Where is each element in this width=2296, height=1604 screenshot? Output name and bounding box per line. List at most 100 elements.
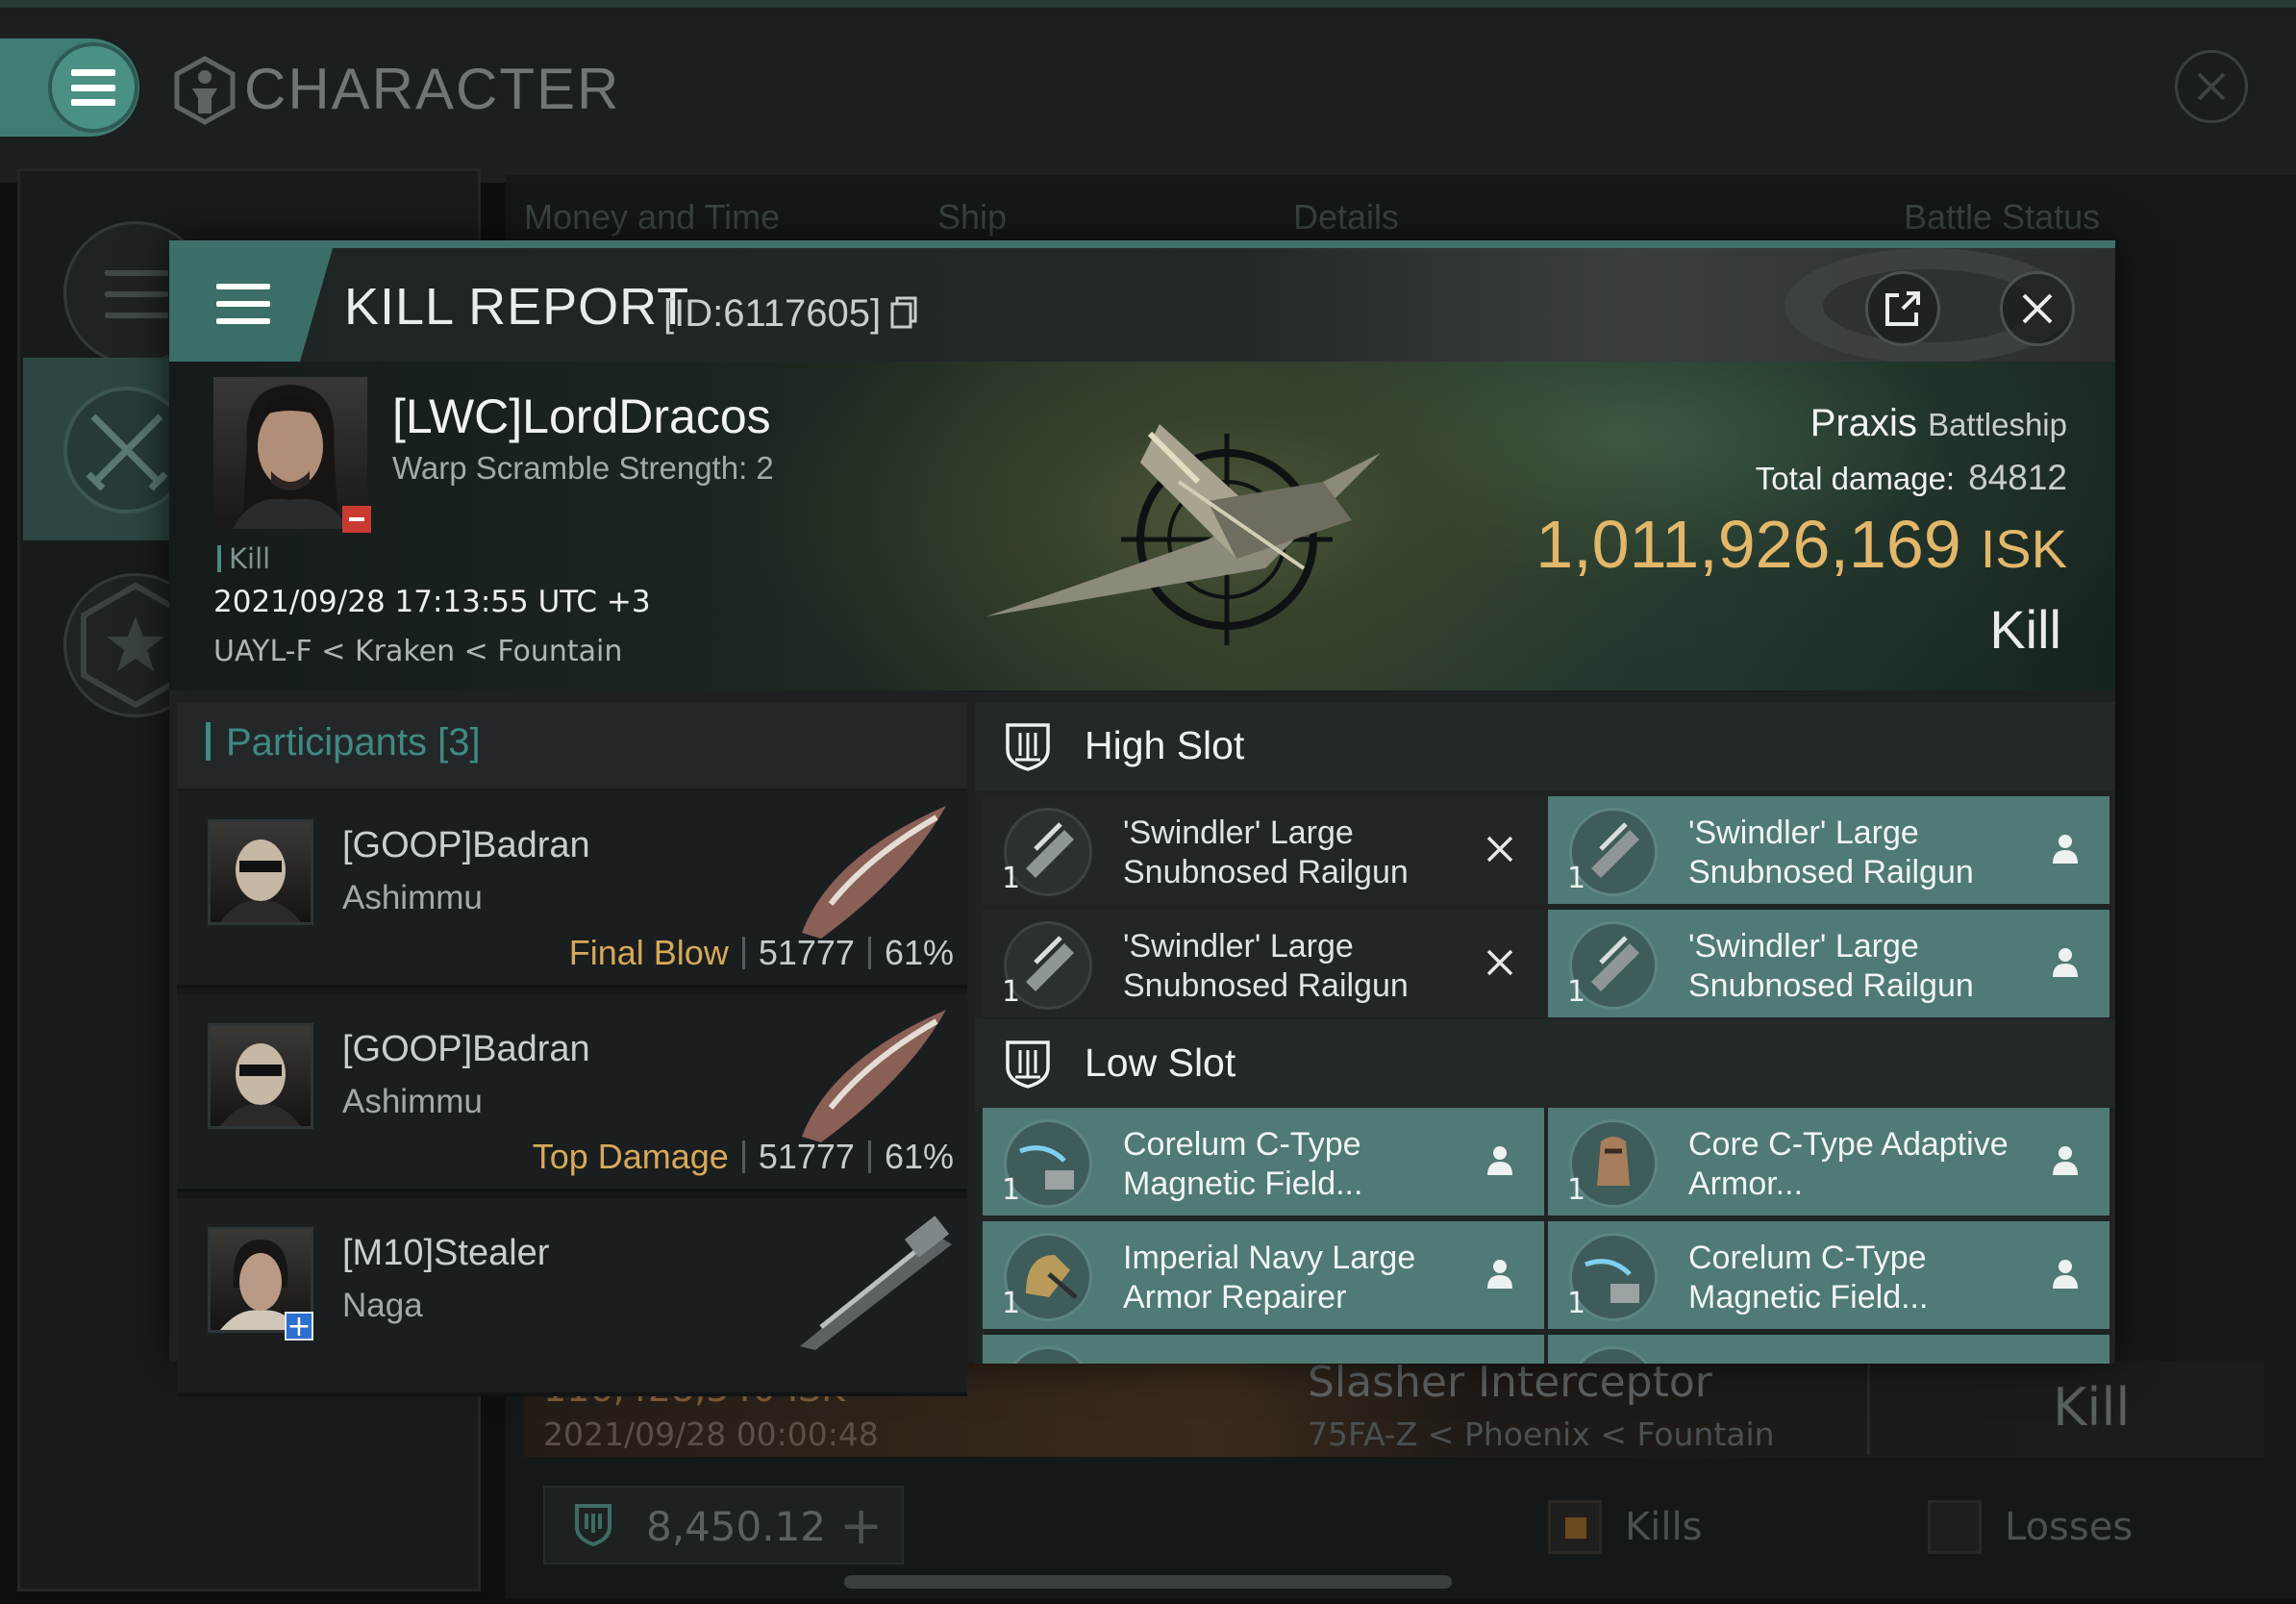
participants-label: Participants [226, 721, 427, 764]
module-item-partial[interactable] [1548, 1335, 2109, 1364]
losses-checkbox[interactable] [1928, 1500, 1982, 1554]
participant-row[interactable]: + [M10]Stealer Naga [177, 1198, 967, 1396]
fitting-panel: High Slot 1 'Swindler' Large Snubnosed R… [975, 702, 2115, 1364]
friendly-standing-icon: + [285, 1312, 313, 1341]
module-icon [1004, 1346, 1092, 1364]
column-money-and-time[interactable]: Money and Time [524, 197, 780, 238]
participant-row[interactable]: [GOOP]Badran Ashimmu Top Damage 51777 61% [177, 994, 967, 1192]
kill-report-title: KILL REPORT [344, 278, 690, 336]
kills-checkbox-mark [1565, 1517, 1586, 1539]
participant-portrait[interactable] [208, 819, 313, 925]
module-item[interactable]: 1 Imperial Navy Large Armor Repairer [983, 1221, 1544, 1329]
hamburger-icon [216, 284, 270, 324]
module-name: Corelum C-Type Magnetic Field... [1688, 1240, 1929, 1316]
kill-report-menu-button[interactable] [208, 277, 279, 331]
total-damage-label: Total damage: [1755, 461, 1956, 496]
killmail-column-headers: Money and Time Ship Details Battle Statu… [524, 197, 2159, 245]
low-slot-title: Low Slot [1085, 1040, 1236, 1085]
module-item[interactable]: 1 Core C-Type Adaptive Armor... [1548, 1108, 2109, 1216]
kill-summary-banner: [LWC]LordDracos Warp Scramble Strength: … [169, 362, 2115, 690]
kill-tag: Kill [217, 542, 270, 575]
column-ship[interactable]: Ship [937, 197, 1007, 238]
kill-report-id: [ID:6117605] [663, 292, 882, 335]
isk-amount: 1,011,926,169 [1535, 507, 1961, 582]
share-button[interactable] [1865, 271, 1940, 346]
row-divider [1867, 1364, 1870, 1455]
high-slot-icon [1006, 723, 1050, 771]
participant-percent: 61% [884, 1137, 954, 1176]
participant-damage: 51777 [758, 933, 855, 972]
person-icon [2046, 1254, 2084, 1294]
module-name: Imperial Navy Large Armor Repairer [1123, 1240, 1416, 1316]
naga-ship-icon [800, 1216, 952, 1350]
kill-location[interactable]: UAYL-F < Kraken < Fountain [213, 635, 622, 668]
main-menu-button[interactable] [48, 42, 138, 133]
isk-unit: ISK [1980, 518, 2067, 579]
kill-tag-label: Kill [229, 542, 271, 575]
participants-header[interactable]: Participants [3] [177, 702, 967, 789]
victim-name[interactable]: [LWC]LordDracos [392, 388, 771, 444]
module-name: 'Swindler' Large Snubnosed Railgun [1123, 928, 1409, 1004]
final-blow-label: Final Blow [568, 933, 729, 972]
module-name: Corelum C-Type Magnetic Field... [1123, 1126, 1363, 1202]
participant-name: [GOOP]Badran [342, 1029, 590, 1069]
high-slot-title: High Slot [1085, 723, 1245, 767]
module-item[interactable]: 1 'Swindler' Large Snubnosed Railgun [983, 910, 1544, 1017]
copy-icon[interactable] [890, 296, 917, 329]
low-slot-icon [1006, 1040, 1050, 1089]
close-icon [2197, 72, 2226, 101]
module-item[interactable]: 1 'Swindler' Large Snubnosed Railgun [1548, 910, 2109, 1017]
module-name: 'Swindler' Large Snubnosed Railgun [1688, 928, 1974, 1004]
total-damage: Total damage: 84812 [1756, 458, 2067, 498]
footer-value: 8,450.12 [646, 1503, 827, 1550]
kills-label: Kills [1625, 1505, 1703, 1549]
module-quantity: 1 [1567, 862, 1586, 895]
horizontal-scrollbar[interactable] [844, 1575, 1452, 1589]
person-icon [2046, 829, 2084, 869]
total-damage-value: 84812 [1968, 458, 2067, 497]
column-details[interactable]: Details [1293, 197, 1399, 238]
victim-subtitle: Warp Scramble Strength: 2 [392, 450, 774, 486]
losses-label: Losses [2005, 1505, 2134, 1549]
ship-render-image [986, 424, 1381, 645]
low-slot-header: Low Slot [975, 1019, 2115, 1108]
module-name: Core C-Type Adaptive Armor... [1688, 1126, 2009, 1202]
list-icon [105, 270, 168, 318]
ship-name[interactable]: Praxis Battleship [1810, 402, 2067, 445]
kill-report-close-button[interactable] [2000, 271, 2075, 346]
participant-stats: Top Damage 51777 61% [533, 1137, 954, 1177]
destroyed-icon [1481, 942, 1519, 983]
column-battle-status[interactable]: Battle Status [1904, 197, 2100, 238]
add-button[interactable]: + [839, 1495, 883, 1556]
ship-type: Praxis [1809, 402, 1917, 444]
row-date: 2021/09/28 00:00:48 [543, 1416, 879, 1453]
participant-stats: Final Blow 51777 61% [569, 933, 954, 973]
ashimmu-ship-icon [802, 806, 946, 939]
destroyed-icon [1481, 829, 1519, 869]
participant-ship: Naga [342, 1287, 423, 1324]
module-item-partial[interactable] [983, 1335, 1544, 1364]
module-quantity: 1 [1002, 1173, 1021, 1207]
module-quantity: 1 [1002, 975, 1021, 1009]
module-item[interactable]: 1 Corelum C-Type Magnetic Field... [983, 1108, 1544, 1216]
top-damage-label: Top Damage [532, 1137, 729, 1176]
high-slot-header: High Slot [975, 702, 2115, 790]
module-item[interactable]: 1 'Swindler' Large Snubnosed Railgun [1548, 796, 2109, 904]
module-name: 'Swindler' Large Snubnosed Railgun [1123, 815, 1409, 890]
kill-report-header: KILL REPORT [ID:6117605] [169, 248, 2115, 362]
person-icon [2046, 942, 2084, 983]
hostile-standing-icon [342, 506, 371, 533]
participants-title: Participants [3] [206, 721, 481, 764]
character-window-close-button[interactable] [2175, 50, 2248, 123]
row-location: 75FA-Z < Phoenix < Fountain [1308, 1416, 1775, 1453]
module-item[interactable]: 1 'Swindler' Large Snubnosed Railgun [983, 796, 1544, 904]
module-item[interactable]: 1 Corelum C-Type Magnetic Field... [1548, 1221, 2109, 1329]
character-window-title: CHARACTER [244, 57, 621, 121]
participant-portrait[interactable] [208, 1023, 313, 1129]
hamburger-icon [71, 69, 115, 106]
participants-count: [3] [437, 721, 481, 764]
participant-row[interactable]: [GOOP]Badran Ashimmu Final Blow 51777 61% [177, 790, 967, 989]
external-link-icon [1885, 291, 1920, 326]
module-quantity: 1 [1567, 1287, 1586, 1320]
ashimmu-ship-icon [802, 1010, 946, 1142]
